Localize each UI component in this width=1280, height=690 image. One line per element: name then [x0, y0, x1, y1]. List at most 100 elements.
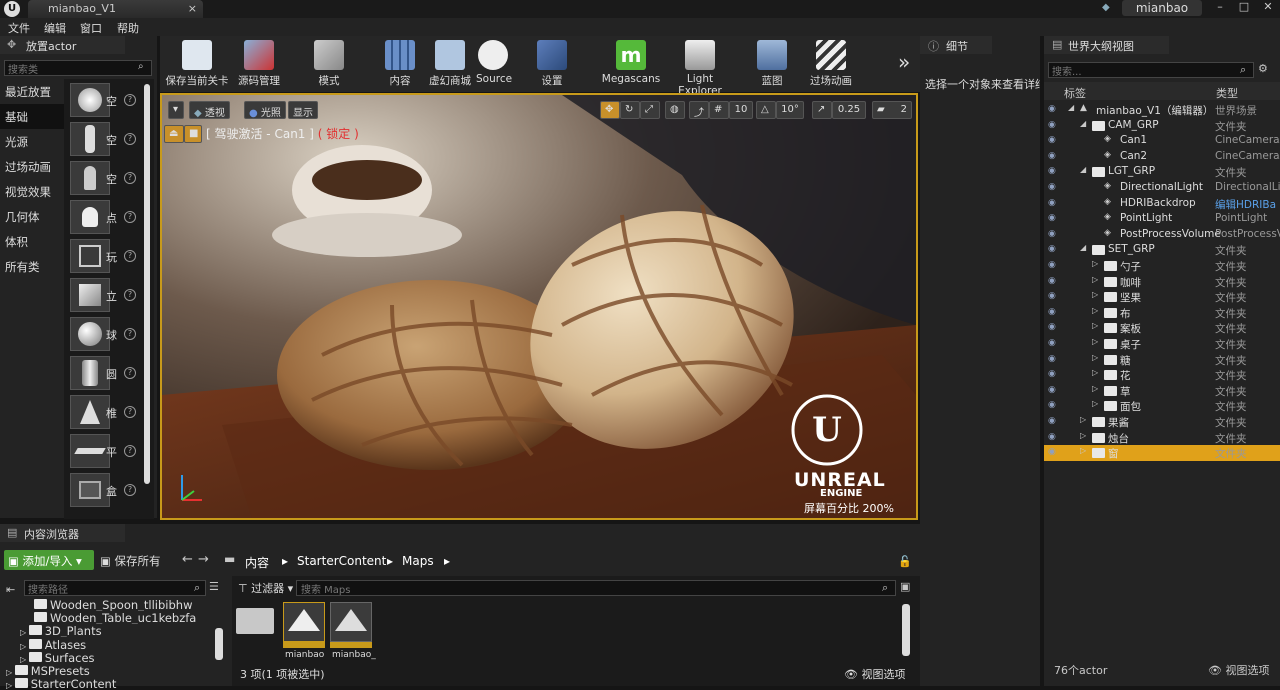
cinematics-button[interactable]: 过场动画: [808, 36, 854, 92]
cube-item[interactable]: [70, 278, 110, 312]
blueprints-button[interactable]: 蓝图: [753, 36, 791, 92]
tree-scrollbar[interactable]: [215, 628, 223, 660]
back-icon[interactable]: ←: [182, 552, 193, 567]
expand-arrow-icon[interactable]: ▷: [20, 628, 29, 637]
visibility-eye-icon[interactable]: ◉: [1048, 276, 1062, 286]
outliner-view-options[interactable]: 👁 视图选项: [1208, 662, 1269, 678]
collapse-arrow-icon[interactable]: ◢: [1080, 243, 1086, 252]
folder-tree-item[interactable]: Wooden_Table_uc1kebzfa: [34, 611, 234, 624]
outliner-row[interactable]: ◉ ▷ 桌子 文件夹: [1044, 336, 1280, 352]
asset-search-input[interactable]: 搜索 Maps: [296, 580, 896, 596]
category-geometry[interactable]: 几何体: [0, 204, 64, 229]
expand-arrow-icon[interactable]: ▷: [1092, 275, 1098, 284]
grid-snap-icon[interactable]: #: [709, 101, 729, 119]
asset-view-options[interactable]: 👁 视图选项: [844, 666, 905, 682]
outliner-row[interactable]: ◉ ◢ LGT_GRP 文件夹: [1044, 164, 1280, 180]
visibility-eye-icon[interactable]: ◉: [1048, 182, 1062, 192]
rotation-snap-value[interactable]: 10°: [776, 101, 804, 119]
breadcrumb-startercontent[interactable]: StarterContent: [297, 554, 386, 568]
close-icon[interactable]: ✕: [1260, 0, 1276, 14]
lock-icon[interactable]: 🔓: [898, 555, 912, 568]
outliner-row-type[interactable]: 编辑HDRIBa: [1215, 197, 1280, 212]
expand-arrow-icon[interactable]: ▷: [1080, 446, 1086, 455]
expand-arrow-icon[interactable]: ▷: [20, 655, 29, 664]
folder-tree-item[interactable]: ▷ 3D_Plants: [20, 624, 220, 637]
save-current-level-button[interactable]: 保存当前关卡: [164, 36, 230, 92]
megascans-button[interactable]: m Megascans: [600, 36, 662, 92]
visibility-eye-icon[interactable]: ◉: [1048, 307, 1062, 317]
scale-snap-value[interactable]: 0.25: [832, 101, 866, 119]
outliner-row[interactable]: ◉ ◈ PointLight PointLight: [1044, 211, 1280, 227]
visibility-eye-icon[interactable]: ◉: [1048, 229, 1062, 239]
content-button[interactable]: 内容: [378, 36, 422, 92]
column-type[interactable]: 类型: [1216, 85, 1238, 101]
outliner-row[interactable]: ◉ ◈ Can2 CineCameraA: [1044, 149, 1280, 165]
asset-scrollbar[interactable]: [902, 604, 910, 656]
help-icon[interactable]: ?: [124, 133, 136, 145]
place-search-input[interactable]: 搜索类: [4, 60, 152, 76]
cone-item[interactable]: [70, 395, 110, 429]
map-asset-selected[interactable]: [283, 602, 325, 642]
empty-character-item[interactable]: [70, 122, 110, 156]
visibility-eye-icon[interactable]: ◉: [1048, 213, 1062, 223]
outliner-settings-icon[interactable]: ⚙: [1258, 62, 1268, 75]
visibility-eye-icon[interactable]: ◉: [1048, 151, 1062, 161]
expand-arrow-icon[interactable]: ▷: [20, 642, 29, 651]
outliner-row[interactable]: ◉ ▷ 窗 文件夹: [1044, 445, 1280, 461]
help-icon[interactable]: ?: [124, 172, 136, 184]
eject-icon[interactable]: ⏏: [164, 125, 184, 143]
outliner-row[interactable]: ◉ ▷ 花 文件夹: [1044, 367, 1280, 383]
map-asset[interactable]: [330, 602, 372, 642]
outliner-search-input[interactable]: 搜索...: [1048, 62, 1254, 78]
modes-button[interactable]: 模式: [306, 36, 352, 92]
translate-icon[interactable]: ✥: [600, 101, 620, 119]
visibility-eye-icon[interactable]: ◉: [1048, 260, 1062, 270]
expand-arrow-icon[interactable]: ▷: [1092, 353, 1098, 362]
filters-button[interactable]: ⊤ 过滤器 ▾: [238, 580, 293, 596]
outliner-row[interactable]: ◉ ▷ 糖 文件夹: [1044, 352, 1280, 368]
collapse-arrow-icon[interactable]: ◢: [1080, 165, 1086, 174]
expand-arrow-icon[interactable]: ▷: [1092, 321, 1098, 330]
help-icon[interactable]: ?: [124, 250, 136, 262]
folder-tree-item[interactable]: ▷ MSPresets: [6, 664, 206, 677]
toolbar-overflow-button[interactable]: »: [898, 50, 910, 74]
expand-arrow-icon[interactable]: ▷: [1092, 399, 1098, 408]
visibility-eye-icon[interactable]: ◉: [1048, 291, 1062, 301]
outliner-row[interactable]: ◉ ▷ 坚果 文件夹: [1044, 289, 1280, 305]
breadcrumb-maps[interactable]: Maps: [402, 554, 434, 568]
visibility-eye-icon[interactable]: ◉: [1048, 369, 1062, 379]
help-icon[interactable]: ?: [124, 328, 136, 340]
visibility-eye-icon[interactable]: ◉: [1048, 432, 1062, 442]
source-control-icon[interactable]: ◆: [1102, 2, 1116, 14]
level-viewport[interactable]: U ▾ ◆ 透视 ● 光照 显示 ⏏ ■ [ 驾驶激活 - Can1 ] ( 锁…: [160, 93, 918, 520]
visibility-eye-icon[interactable]: ◉: [1048, 198, 1062, 208]
menu-help[interactable]: 帮助: [117, 20, 139, 36]
close-tab-icon[interactable]: ×: [188, 2, 197, 15]
outliner-row[interactable]: ◉ ▷ 果酱 文件夹: [1044, 414, 1280, 430]
folder-tree-item[interactable]: ▷ Atlases: [20, 638, 220, 651]
place-scrollbar[interactable]: [144, 84, 150, 484]
outliner-row[interactable]: ◉ ▷ 面包 文件夹: [1044, 398, 1280, 414]
help-icon[interactable]: ?: [124, 289, 136, 301]
box-trigger-item[interactable]: [70, 473, 110, 507]
outliner-row[interactable]: ◉ ◢ SET_GRP 文件夹: [1044, 242, 1280, 258]
collapse-arrow-icon[interactable]: ◢: [1080, 119, 1086, 128]
visibility-eye-icon[interactable]: ◉: [1048, 322, 1062, 332]
category-recent[interactable]: 最近放置: [0, 79, 64, 104]
expand-arrow-icon[interactable]: ▷: [1092, 337, 1098, 346]
outliner-row[interactable]: ◉ ◢ ▲ mianbao_V1（编辑器） 世界场景: [1044, 102, 1280, 118]
collapse-sources-icon[interactable]: ⇤: [6, 583, 15, 596]
visibility-eye-icon[interactable]: ◉: [1048, 400, 1062, 410]
folder-asset[interactable]: [236, 602, 278, 642]
expand-arrow-icon[interactable]: ▷: [1092, 259, 1098, 268]
show-button[interactable]: 显示: [288, 101, 318, 119]
path-view-options-icon[interactable]: ☰: [209, 580, 219, 593]
grid-snap-value[interactable]: 10: [729, 101, 753, 119]
source-button[interactable]: Source: [476, 36, 512, 92]
outliner-row[interactable]: ◉ ◈ DirectionalLight DirectionalLig: [1044, 180, 1280, 196]
category-cinematic[interactable]: 过场动画: [0, 154, 64, 179]
category-lights[interactable]: 光源: [0, 129, 64, 154]
outliner-row[interactable]: ◉ ▷ 布 文件夹: [1044, 305, 1280, 321]
save-all-button[interactable]: ▣ 保存所有: [100, 553, 161, 569]
category-all-classes[interactable]: 所有类: [0, 254, 64, 279]
